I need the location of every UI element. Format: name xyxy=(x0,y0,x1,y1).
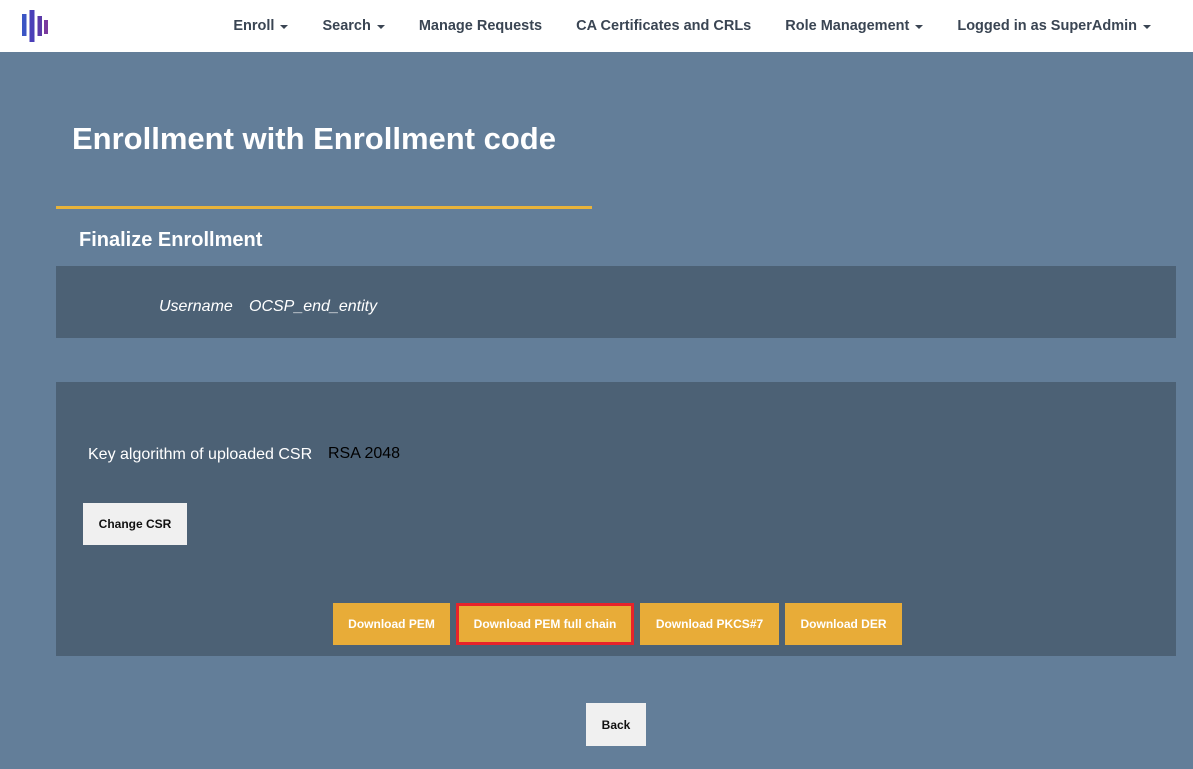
nav-role-management-label: Role Management xyxy=(785,18,910,34)
nav-manage-requests[interactable]: Manage Requests xyxy=(402,18,559,34)
nav-enroll[interactable]: Enroll xyxy=(216,18,305,34)
key-algorithm-value: RSA 2048 xyxy=(328,445,401,462)
caret-down-icon xyxy=(376,25,385,29)
nav-search[interactable]: Search xyxy=(305,18,401,34)
section-title: Finalize Enrollment xyxy=(79,229,263,251)
key-algorithm-label: Key algorithm of uploaded CSR xyxy=(88,446,313,463)
bars-logo-icon[interactable] xyxy=(20,10,50,42)
username-label: Username xyxy=(159,298,233,315)
caret-down-icon xyxy=(1143,25,1151,29)
nav-enroll-label: Enroll xyxy=(233,18,275,34)
username-panel: Username OCSP_end_entity xyxy=(56,266,1176,338)
username-value: OCSP_end_entity xyxy=(249,298,378,315)
nav-role-management[interactable]: Role Management xyxy=(768,18,940,34)
caret-down-icon xyxy=(280,25,289,29)
download-der-button[interactable]: Download DER xyxy=(785,603,902,645)
nav-ca-certificates[interactable]: CA Certificates and CRLs xyxy=(559,18,768,34)
back-button[interactable]: Back xyxy=(586,703,646,746)
nav-user-menu-label: Logged in as SuperAdmin xyxy=(957,18,1137,34)
title-underline xyxy=(56,206,592,209)
nav-search-label: Search xyxy=(322,18,371,34)
main-nav: Enroll Search Manage Requests CA Certifi… xyxy=(216,0,1193,52)
page-title: Enrollment with Enrollment code xyxy=(72,121,556,156)
download-button-row: Download PEM Download PEM full chain Dow… xyxy=(333,603,902,645)
caret-down-icon xyxy=(915,25,924,29)
download-pem-button[interactable]: Download PEM xyxy=(333,603,450,645)
top-navbar: Enroll Search Manage Requests CA Certifi… xyxy=(0,0,1193,52)
nav-user-menu[interactable]: Logged in as SuperAdmin xyxy=(940,18,1193,34)
nav-ca-certificates-label: CA Certificates and CRLs xyxy=(576,18,752,34)
csr-panel: Key algorithm of uploaded CSR RSA 2048 C… xyxy=(56,382,1176,656)
download-pem-full-chain-button[interactable]: Download PEM full chain xyxy=(456,603,634,645)
nav-manage-requests-label: Manage Requests xyxy=(418,18,543,34)
download-pkcs7-button[interactable]: Download PKCS#7 xyxy=(640,603,779,645)
change-csr-button[interactable]: Change CSR xyxy=(83,503,187,545)
